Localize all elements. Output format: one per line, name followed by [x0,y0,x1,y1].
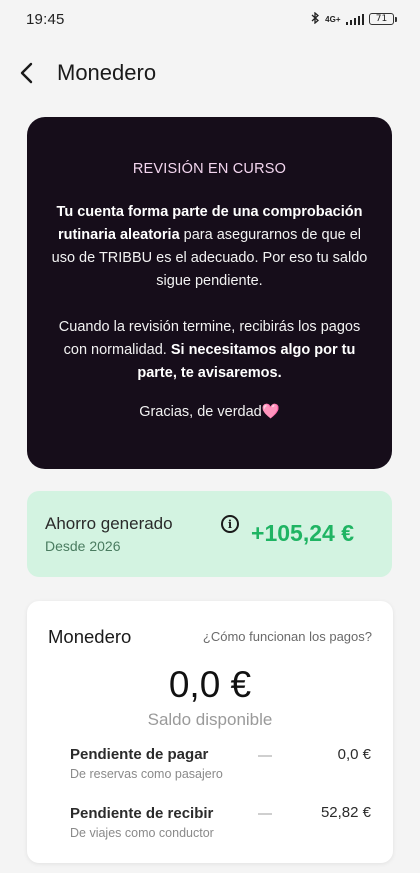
status-icons: 4G+ 71 [311,11,397,27]
row-divider-dash [258,755,272,757]
wallet-balance: 0,0 € [168,664,252,705]
pending-receive-value: 52,82 € [320,804,371,821]
status-time: 19:45 [26,10,65,28]
battery-icon: 71 [369,13,397,25]
pending-receive-title: Pendiente de recibir [70,805,214,822]
review-paragraph-1: Tu cuenta forma parte de una comprobació… [51,201,368,293]
heart-icon: 🩷 [261,404,280,420]
wallet-balance-label: Saldo disponible [147,710,273,729]
back-button[interactable] [12,58,42,88]
network-type: 4G+ [325,14,341,24]
review-title: REVISIÓN EN CURSO [132,161,287,177]
review-p2-bold: Si necesitamos algo por tu parte, te avi… [137,342,356,381]
review-thanks-text: Gracias, de verdad [139,404,262,420]
savings-label: Ahorro generado [45,514,173,533]
status-bar: 19:45 4G+ 71 [0,0,420,38]
wallet-title: Monedero [48,626,132,647]
signal-icon [345,13,364,25]
review-notice-card: REVISIÓN EN CURSO Tu cuenta forma parte … [27,117,392,469]
bluetooth-icon [311,11,320,27]
review-thanks: Gracias, de verdad🩷 [51,403,368,420]
pending-pay-title: Pendiente de pagar [70,746,209,763]
wallet-card: Monedero ¿Cómo funcionan los pagos? 0,0 … [27,601,393,863]
page-title: Monedero [57,60,157,85]
pending-pay-subtitle: De reservas como pasajero [70,767,223,781]
savings-card: Ahorro generado i Desde 2026 +105,24 € [27,491,392,577]
review-paragraph-2: Cuando la revisión termine, recibirás lo… [51,316,368,385]
pending-receive-subtitle: De viajes como conductor [70,826,214,840]
header: Monedero [0,52,420,94]
payments-help-link[interactable]: ¿Cómo funcionan los pagos? [203,629,372,644]
row-divider-dash [258,813,272,815]
chevron-left-icon [20,62,33,84]
pending-pay-value: 0,0 € [337,746,371,763]
info-icon[interactable]: i [221,515,239,533]
savings-subtitle: Desde 2026 [45,538,121,554]
savings-amount: +105,24 € [251,520,354,546]
